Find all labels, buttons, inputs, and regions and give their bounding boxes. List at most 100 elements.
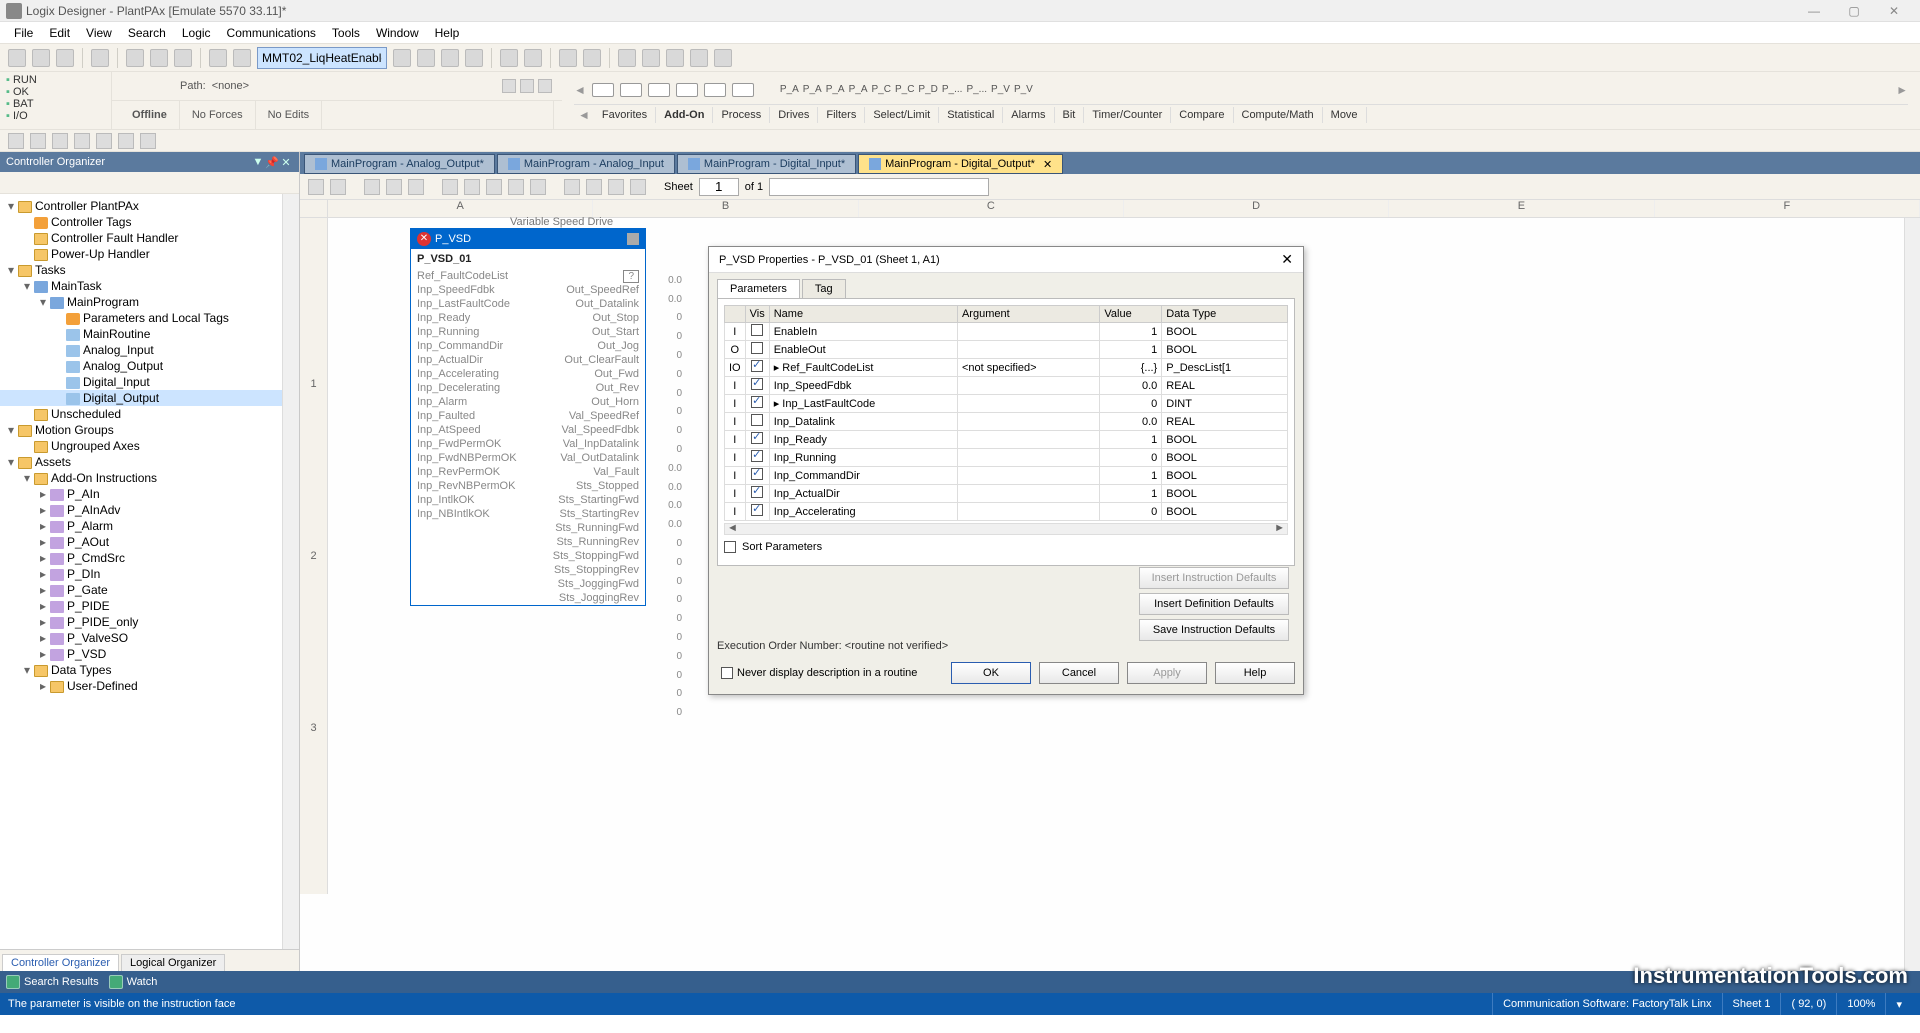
paste-icon[interactable]: [174, 49, 192, 67]
menu-tools[interactable]: Tools: [324, 24, 368, 42]
instruction-tag[interactable]: P_VSD_01: [411, 249, 645, 269]
palette-icon[interactable]: [620, 83, 642, 97]
palette-item[interactable]: P_D: [918, 84, 937, 95]
palette-tab-computemath[interactable]: Compute/Math: [1234, 107, 1323, 123]
parameter-row[interactable]: I Inp_Accelerating0BOOL: [725, 503, 1288, 521]
redo-icon[interactable]: [233, 49, 251, 67]
parameters-table[interactable]: VisNameArgumentValueData Type I EnableIn…: [724, 305, 1288, 521]
sheet-number-input[interactable]: [699, 178, 739, 196]
sb-icon[interactable]: [586, 179, 602, 195]
zoom-in-icon[interactable]: [308, 179, 324, 195]
palette-icon[interactable]: [676, 83, 698, 97]
tb-icon[interactable]: [465, 49, 483, 67]
tb-icon[interactable]: [583, 49, 601, 67]
sort-parameters-checkbox[interactable]: [724, 541, 736, 553]
palette-item[interactable]: P_A: [803, 84, 822, 95]
new-icon[interactable]: [8, 49, 26, 67]
tree-item[interactable]: ▸P_CmdSrc: [0, 550, 299, 566]
tb-icon[interactable]: [666, 49, 684, 67]
tree-item[interactable]: Parameters and Local Tags: [0, 310, 299, 326]
vis-checkbox[interactable]: [751, 342, 763, 354]
palette-tab-selectlimit[interactable]: Select/Limit: [865, 107, 939, 123]
copy-icon[interactable]: [150, 49, 168, 67]
parameter-row[interactable]: I Inp_Datalink0.0REAL: [725, 413, 1288, 431]
menu-file[interactable]: File: [6, 24, 41, 42]
parameter-row[interactable]: IO▸ Ref_FaultCodeList<not specified>{...…: [725, 359, 1288, 377]
tree-item[interactable]: ▸User-Defined: [0, 678, 299, 694]
zoom-out-icon[interactable]: [330, 179, 346, 195]
palette-item[interactable]: P_A: [826, 84, 845, 95]
undo-icon[interactable]: [209, 49, 227, 67]
palette-item[interactable]: P_...: [966, 84, 987, 95]
dropdown-icon[interactable]: [393, 49, 411, 67]
forces-status[interactable]: No Forces: [180, 101, 256, 129]
vis-checkbox[interactable]: [751, 324, 763, 336]
palette-tab-timercounter[interactable]: Timer/Counter: [1084, 107, 1171, 123]
open-icon[interactable]: [32, 49, 50, 67]
palette-tab-process[interactable]: Process: [713, 107, 770, 123]
tb-icon[interactable]: [500, 49, 518, 67]
tree-item[interactable]: ▾MainProgram: [0, 294, 299, 310]
palette-item[interactable]: P_A: [780, 84, 799, 95]
insert-instruction-defaults-button[interactable]: Insert Instruction Defaults: [1139, 567, 1289, 589]
palette-tab-filters[interactable]: Filters: [818, 107, 865, 123]
tree-item[interactable]: Controller Fault Handler: [0, 230, 299, 246]
parameter-row[interactable]: I Inp_CommandDir1BOOL: [725, 467, 1288, 485]
search-results-tab[interactable]: Search Results: [6, 975, 99, 989]
print-icon[interactable]: [91, 49, 109, 67]
sb-icon[interactable]: [442, 179, 458, 195]
tag-combo[interactable]: [257, 47, 387, 69]
tb2-icon[interactable]: [96, 133, 112, 149]
tree-item[interactable]: ▸P_AInAdv: [0, 502, 299, 518]
instruction-menu-icon[interactable]: [627, 233, 639, 245]
tree-item[interactable]: Analog_Input: [0, 342, 299, 358]
palette-icon[interactable]: [648, 83, 670, 97]
palette-icon[interactable]: [704, 83, 726, 97]
palette-item[interactable]: P_C: [895, 84, 914, 95]
parameter-row[interactable]: I Inp_SpeedFdbk0.0REAL: [725, 377, 1288, 395]
tab-logical-organizer[interactable]: Logical Organizer: [121, 954, 225, 971]
path-icon[interactable]: [520, 79, 534, 93]
palette-icon[interactable]: [732, 83, 754, 97]
tree-item[interactable]: ▾Data Types: [0, 662, 299, 678]
save-instruction-defaults-button[interactable]: Save Instruction Defaults: [1139, 619, 1289, 641]
vis-checkbox[interactable]: [751, 504, 763, 516]
vis-checkbox[interactable]: [751, 468, 763, 480]
tree-item[interactable]: ▾Add-On Instructions: [0, 470, 299, 486]
menu-view[interactable]: View: [78, 24, 120, 42]
sb-icon[interactable]: [630, 179, 646, 195]
canvas-scrollbar[interactable]: [1904, 218, 1920, 971]
tree-item[interactable]: Controller Tags: [0, 214, 299, 230]
tree-item[interactable]: ▸P_PIDE: [0, 598, 299, 614]
tree-item[interactable]: ▸P_AOut: [0, 534, 299, 550]
editor-tab[interactable]: MainProgram - Analog_Input: [497, 154, 675, 174]
tree-item[interactable]: Ungrouped Axes: [0, 438, 299, 454]
parameter-row[interactable]: O EnableOut1BOOL: [725, 341, 1288, 359]
editor-tab[interactable]: MainProgram - Digital_Output*✕: [858, 154, 1063, 174]
organizer-close-icon[interactable]: ✕: [279, 156, 293, 169]
parameter-row[interactable]: I Inp_Running0BOOL: [725, 449, 1288, 467]
tree-item[interactable]: ▸P_AIn: [0, 486, 299, 502]
tb-icon[interactable]: [559, 49, 577, 67]
path-icon[interactable]: [538, 79, 552, 93]
tb2-icon[interactable]: [8, 133, 24, 149]
watch-tab[interactable]: Watch: [109, 975, 158, 989]
dialog-close-icon[interactable]: ✕: [1281, 251, 1293, 268]
tb2-icon[interactable]: [30, 133, 46, 149]
palette-icon[interactable]: [592, 83, 614, 97]
tb-icon[interactable]: [441, 49, 459, 67]
palette-tab-bit[interactable]: Bit: [1055, 107, 1085, 123]
tree-item[interactable]: ▸P_ValveSO: [0, 630, 299, 646]
palette-tab-move[interactable]: Move: [1323, 107, 1367, 123]
maximize-button[interactable]: ▢: [1834, 4, 1874, 18]
minimize-button[interactable]: —: [1794, 4, 1834, 18]
help-button[interactable]: Help: [1215, 662, 1295, 684]
editor-tab[interactable]: MainProgram - Digital_Input*: [677, 154, 856, 174]
vis-checkbox[interactable]: [751, 414, 763, 426]
organizer-tree[interactable]: ▾Controller PlantPAxController TagsContr…: [0, 194, 299, 949]
organizer-pin-icon[interactable]: 📌: [265, 156, 279, 169]
tree-item[interactable]: Unscheduled: [0, 406, 299, 422]
vis-checkbox[interactable]: [751, 360, 763, 372]
tree-item[interactable]: Analog_Output: [0, 358, 299, 374]
palette-tab-addon[interactable]: Add-On: [656, 107, 713, 123]
